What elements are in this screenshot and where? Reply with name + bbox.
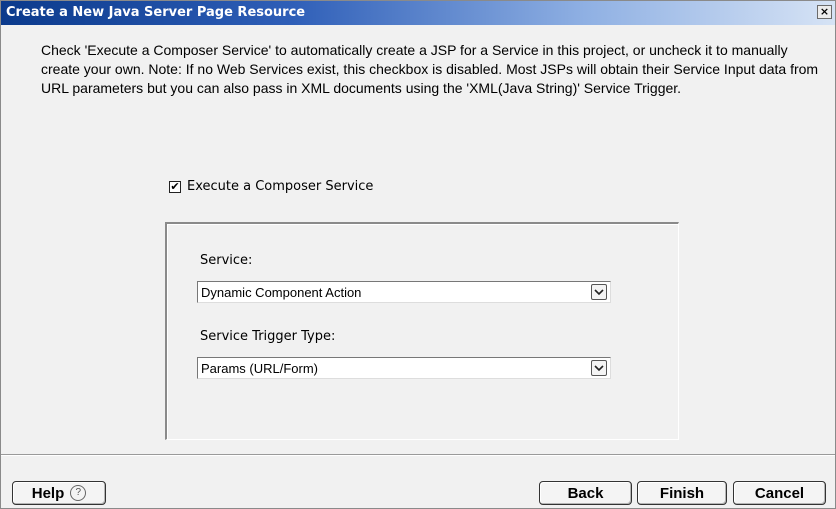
checkmark-icon: ✔ <box>170 179 180 193</box>
service-select[interactable]: Dynamic Component Action <box>197 281 611 303</box>
close-button[interactable]: × <box>817 5 832 19</box>
finish-button-label: Finish <box>659 484 705 502</box>
help-button-label: Help <box>31 484 65 502</box>
finish-button[interactable]: Finish <box>637 481 727 505</box>
help-button[interactable]: Help ? <box>12 481 106 505</box>
execute-composer-service-checkbox[interactable]: ✔ <box>169 179 181 193</box>
execute-composer-service-label: Execute a Composer Service <box>187 179 374 194</box>
trigger-type-label: Service Trigger Type: <box>200 329 336 344</box>
cancel-button-label: Cancel <box>754 484 805 502</box>
title-bar: Create a New Java Server Page Resource × <box>1 1 835 25</box>
trigger-type-select-value: Params (URL/Form) <box>201 361 319 376</box>
chevron-down-icon[interactable] <box>591 284 607 300</box>
help-icon: ? <box>70 485 87 501</box>
close-icon: × <box>819 5 830 18</box>
back-button[interactable]: Back <box>539 481 632 505</box>
service-label: Service: <box>200 253 253 268</box>
instructions-text: Check 'Execute a Composer Service' to au… <box>41 42 819 96</box>
back-button-label: Back <box>567 484 604 502</box>
chevron-down-icon[interactable] <box>591 360 607 376</box>
window-title: Create a New Java Server Page Resource <box>6 5 306 20</box>
execute-composer-service-row[interactable]: ✔ Execute a Composer Service <box>169 179 373 194</box>
cancel-button[interactable]: Cancel <box>733 481 826 505</box>
footer-divider-highlight <box>1 455 835 456</box>
dialog-window: Create a New Java Server Page Resource ×… <box>0 0 836 509</box>
trigger-type-select[interactable]: Params (URL/Form) <box>197 357 611 379</box>
service-select-value: Dynamic Component Action <box>201 285 362 300</box>
